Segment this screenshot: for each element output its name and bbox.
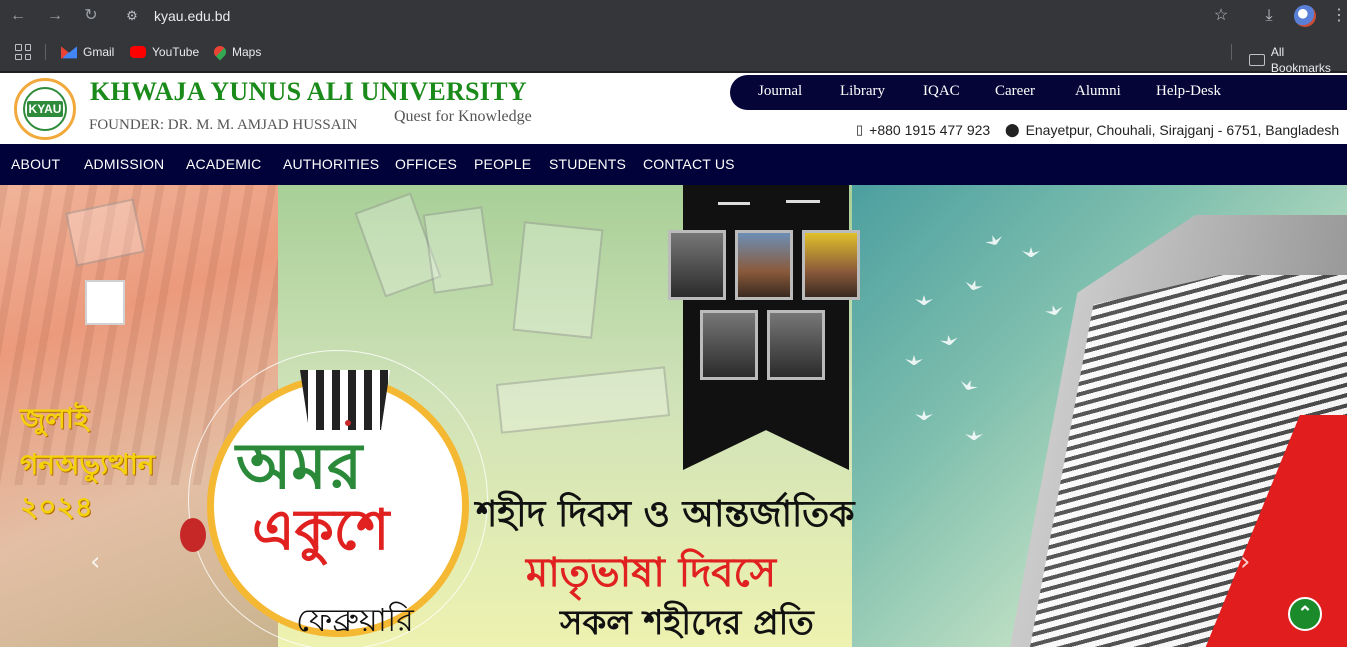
bookmark-star-icon[interactable]: ☆ xyxy=(1211,6,1231,26)
menu-about[interactable]: ABOUT xyxy=(11,156,60,172)
bookmark-maps[interactable]: Maps xyxy=(211,43,262,61)
nav-journal[interactable]: Journal xyxy=(758,83,802,100)
logo-text: KYAU xyxy=(26,101,64,117)
carousel-prev-icon[interactable]: ‹ xyxy=(90,547,100,577)
hero-carousel[interactable]: জুলাই গনঅভ্যুত্থান ২০২৪ অমর একুশে ফেব্রু… xyxy=(0,185,1347,647)
location-pin-icon: ⬤ xyxy=(1005,122,1020,137)
nav-career[interactable]: Career xyxy=(995,83,1035,100)
badge-subtitle: ফেব্রুয়ারি xyxy=(296,601,414,639)
menu-authorities[interactable]: AUTHORITIES xyxy=(283,156,379,172)
bookmark-label: YouTube xyxy=(152,45,200,59)
reload-icon[interactable]: ↻ xyxy=(81,6,101,26)
menu-academic[interactable]: ACADEMIC xyxy=(186,156,262,172)
hero-line-1: শহীদ দিবস ও আন্তর্জাতিক xyxy=(476,494,855,535)
menu-admission[interactable]: ADMISSION xyxy=(84,156,164,172)
contact-address: ⬤ Enayetpur, Chouhali, Sirajganj - 6751,… xyxy=(1005,122,1339,138)
bookmark-label: Maps xyxy=(232,45,262,59)
bookmark-label: Gmail xyxy=(83,45,115,59)
back-to-top-icon[interactable]: ⌃ xyxy=(1288,597,1322,631)
protest-placard xyxy=(85,280,125,325)
university-name[interactable]: KHWAJA YUNUS ALI UNIVERSITY xyxy=(90,77,527,107)
logo-inner-ring: KYAU xyxy=(23,87,67,131)
nav-library[interactable]: Library xyxy=(840,83,885,100)
nav-alumni[interactable]: Alumni xyxy=(1075,83,1121,100)
address-bar[interactable]: kyau.edu.bd xyxy=(154,7,230,25)
menu-students[interactable]: STUDENTS xyxy=(549,156,626,172)
badge-title-ekushe: একুশে xyxy=(252,498,390,563)
uprising-text: গনঅভ্যুত্থান xyxy=(20,448,155,481)
menu-offices[interactable]: OFFICES xyxy=(395,156,457,172)
tagline: Quest for Knowledge xyxy=(394,108,532,125)
phone-number: +880 1915 477 923 xyxy=(869,122,991,138)
web-page: KYAU KHWAJA YUNUS ALI UNIVERSITY FOUNDER… xyxy=(0,73,1347,647)
bookmark-separator xyxy=(1231,44,1232,60)
folder-icon xyxy=(1249,54,1265,66)
contact-phone: ▯ +880 1915 477 923 xyxy=(856,122,990,138)
red-sun xyxy=(180,518,206,552)
menu-contact-us[interactable]: CONTACT US xyxy=(643,156,735,172)
carousel-next-icon[interactable]: › xyxy=(1240,547,1250,577)
bookmark-separator xyxy=(45,44,46,60)
site-header: KYAU KHWAJA YUNUS ALI UNIVERSITY FOUNDER… xyxy=(0,73,1347,144)
martyr-photo xyxy=(735,230,793,300)
youtube-icon xyxy=(130,46,146,58)
martyr-photo xyxy=(802,230,860,300)
maps-icon xyxy=(211,43,229,61)
martyr-photo xyxy=(767,310,825,380)
apps-grid-icon[interactable] xyxy=(15,44,31,60)
sketch-placard xyxy=(512,221,604,339)
university-logo[interactable]: KYAU xyxy=(14,78,76,140)
gmail-icon xyxy=(61,46,77,59)
profile-avatar[interactable] xyxy=(1294,5,1316,27)
badge-dot xyxy=(345,420,351,426)
hero-line-3: সকল শহীদের প্রতি xyxy=(560,603,814,643)
badge-title-amar: অমর xyxy=(236,430,363,504)
banner-dash xyxy=(786,200,820,203)
download-icon[interactable]: ⤓ xyxy=(1259,6,1279,26)
bookmark-youtube[interactable]: YouTube xyxy=(130,44,199,60)
bookmark-gmail[interactable]: Gmail xyxy=(61,44,114,60)
martyr-photo xyxy=(668,230,726,300)
forward-arrow-icon[interactable]: → xyxy=(45,6,65,26)
browser-toolbar: ← → ↻ ⚙ kyau.edu.bd ☆ ⤓ ⋮ xyxy=(0,0,1347,32)
site-info-icon[interactable]: ⚙ xyxy=(122,6,142,26)
phone-icon: ▯ xyxy=(856,122,864,137)
all-bookmarks[interactable]: All Bookmarks xyxy=(1249,44,1347,76)
martyr-photo xyxy=(700,310,758,380)
top-nav: Journal Library IQAC Career Alumni Help-… xyxy=(730,75,1347,110)
all-bookmarks-label: All Bookmarks xyxy=(1270,45,1331,75)
banner-dash xyxy=(718,202,750,205)
main-nav: ABOUT ADMISSION ACADEMIC AUTHORITIES OFF… xyxy=(0,144,1347,185)
nav-help-desk[interactable]: Help-Desk xyxy=(1156,83,1221,100)
back-arrow-icon[interactable]: ← xyxy=(8,6,28,26)
founder-text: FOUNDER: DR. M. M. AMJAD HUSSAIN xyxy=(89,117,358,133)
sketch-placard xyxy=(422,206,494,294)
july-text: জুলাই xyxy=(20,402,89,435)
year-text: ২০২৪ xyxy=(20,490,93,523)
nav-iqac[interactable]: IQAC xyxy=(923,83,960,100)
menu-people[interactable]: PEOPLE xyxy=(474,156,531,172)
sketch-banner xyxy=(495,366,671,434)
address-text: Enayetpur, Chouhali, Sirajganj - 6751, B… xyxy=(1025,122,1340,138)
bookmarks-bar: Gmail YouTube Maps All Bookmarks xyxy=(0,32,1347,75)
menu-dots-icon[interactable]: ⋮ xyxy=(1329,6,1347,26)
